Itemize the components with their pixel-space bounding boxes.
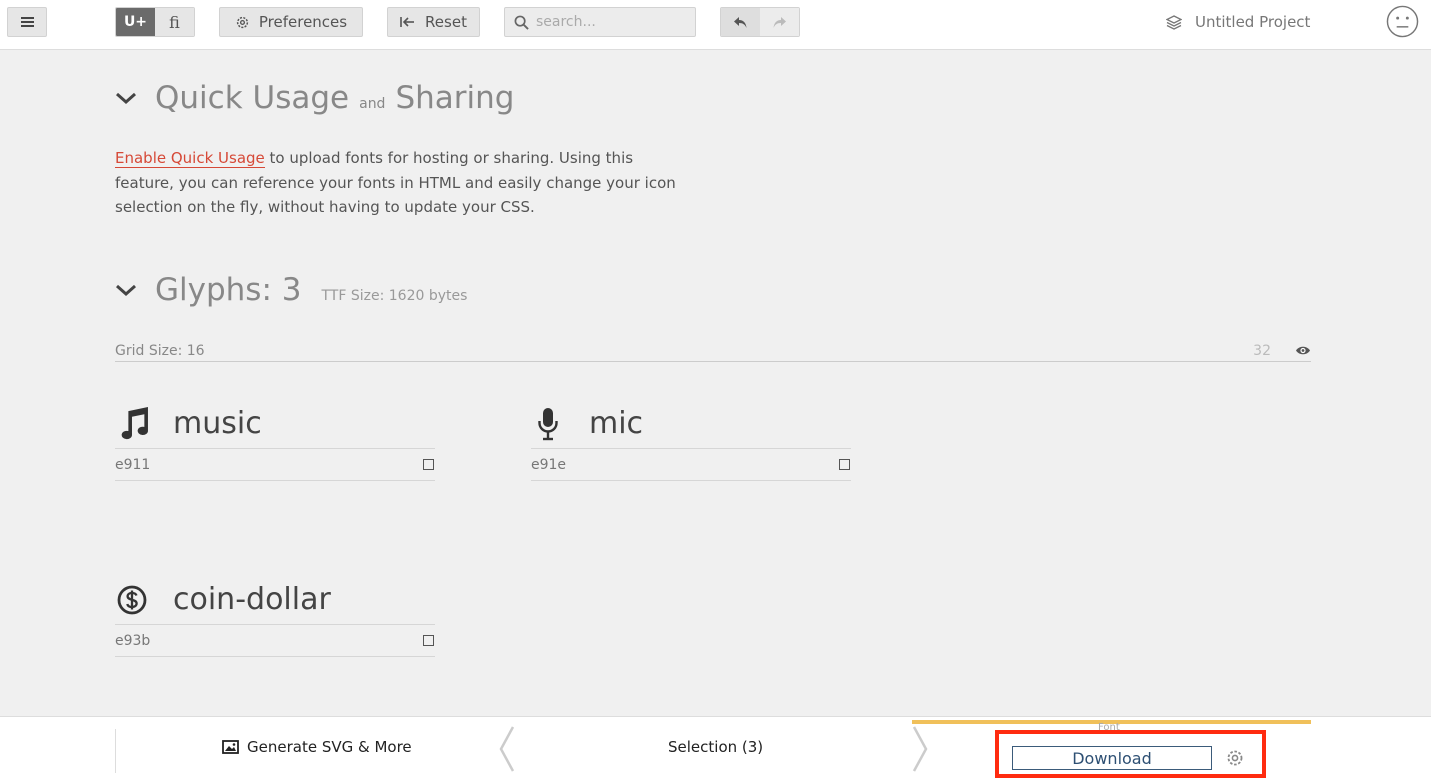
chevron-down-icon	[116, 284, 136, 297]
glyph-header: coin-dollar	[115, 575, 435, 625]
quick-usage-description: Enable Quick Usage to upload fonts for h…	[115, 146, 695, 220]
project-selector[interactable]: Untitled Project	[1166, 13, 1310, 31]
tab-separator-icon	[499, 726, 515, 772]
coin-dollar-icon	[115, 583, 149, 617]
undo-button[interactable]	[721, 8, 760, 36]
glyph-code-row: e911	[115, 449, 435, 481]
glyph-header: music	[115, 399, 435, 449]
eye-icon[interactable]	[1295, 345, 1311, 356]
glyph-code: e93b	[115, 632, 151, 649]
main-menu-button[interactable]	[7, 7, 47, 37]
music-icon	[115, 407, 149, 441]
project-name: Untitled Project	[1195, 13, 1311, 31]
glyph-select-checkbox[interactable]	[423, 459, 434, 470]
ttf-size: TTF Size: 1620 bytes	[321, 288, 468, 304]
quick-usage-title-part2: Sharing	[395, 80, 515, 116]
undo-redo-group	[720, 7, 800, 37]
search-icon	[514, 15, 529, 30]
hamburger-icon	[20, 17, 34, 27]
glyph-code: e91e	[531, 456, 567, 473]
glyph-card-music[interactable]: music e911	[115, 399, 435, 481]
glyph-select-checkbox[interactable]	[839, 459, 850, 470]
quick-usage-title-and: and	[359, 96, 386, 112]
glyphs-header[interactable]: Glyphs: 3 TTF Size: 1620 bytes	[115, 272, 467, 308]
preferences-label: Preferences	[258, 13, 348, 31]
search-box	[504, 7, 696, 37]
gear-icon	[236, 16, 248, 28]
quick-usage-header[interactable]: Quick Usage and Sharing	[115, 80, 514, 116]
glyph-name: music	[173, 406, 262, 441]
search-input[interactable]	[536, 14, 686, 30]
generate-svg-tab[interactable]: Generate SVG & More	[222, 738, 412, 756]
glyph-name: mic	[589, 406, 644, 441]
glyph-code-row: e91e	[531, 449, 851, 481]
generate-svg-label: Generate SVG & More	[247, 738, 412, 756]
bottom-bar-divider	[115, 729, 116, 773]
glyphs-title: Glyphs: 3	[155, 272, 302, 308]
redo-icon	[773, 16, 786, 28]
grid-size-controls: 32	[1253, 343, 1311, 359]
glyph-card-coin-dollar[interactable]: coin-dollar e93b	[115, 575, 435, 657]
grid-size-label: Grid Size: 16	[115, 342, 205, 359]
preferences-button[interactable]: Preferences	[219, 7, 363, 37]
glyph-card-mic[interactable]: mic e91e	[531, 399, 851, 481]
glyph-select-checkbox[interactable]	[423, 635, 434, 646]
glyph-header: mic	[531, 399, 851, 449]
reset-label: Reset	[425, 13, 467, 31]
layers-icon	[1166, 14, 1182, 30]
chevron-down-icon	[116, 92, 136, 105]
unicode-view-button[interactable]: U+	[116, 8, 155, 36]
selection-tab[interactable]: Selection (3)	[668, 738, 763, 756]
undo-icon	[734, 16, 747, 28]
top-toolbar: U+ ﬁ Preferences Reset Untitled Project	[0, 0, 1431, 50]
glyph-code-row: e93b	[115, 625, 435, 657]
glyph-code: e911	[115, 456, 151, 473]
glyph-view-toggle: U+ ﬁ	[115, 7, 195, 37]
glyph-name: coin-dollar	[173, 582, 331, 617]
avatar-icon[interactable]	[1386, 5, 1419, 38]
ligature-view-button[interactable]: ﬁ	[155, 8, 194, 36]
quick-usage-title-part1: Quick Usage	[155, 80, 350, 116]
grid-size-value: 32	[1253, 342, 1271, 359]
redo-button[interactable]	[760, 8, 799, 36]
enable-quick-usage-link[interactable]: Enable Quick Usage	[115, 149, 265, 168]
mic-icon	[531, 407, 565, 441]
download-highlight	[995, 730, 1266, 778]
image-icon	[222, 740, 239, 754]
grid-size-slider[interactable]: Grid Size: 16 32	[115, 340, 1311, 362]
reset-button[interactable]: Reset	[387, 7, 480, 37]
reset-icon	[400, 17, 415, 27]
